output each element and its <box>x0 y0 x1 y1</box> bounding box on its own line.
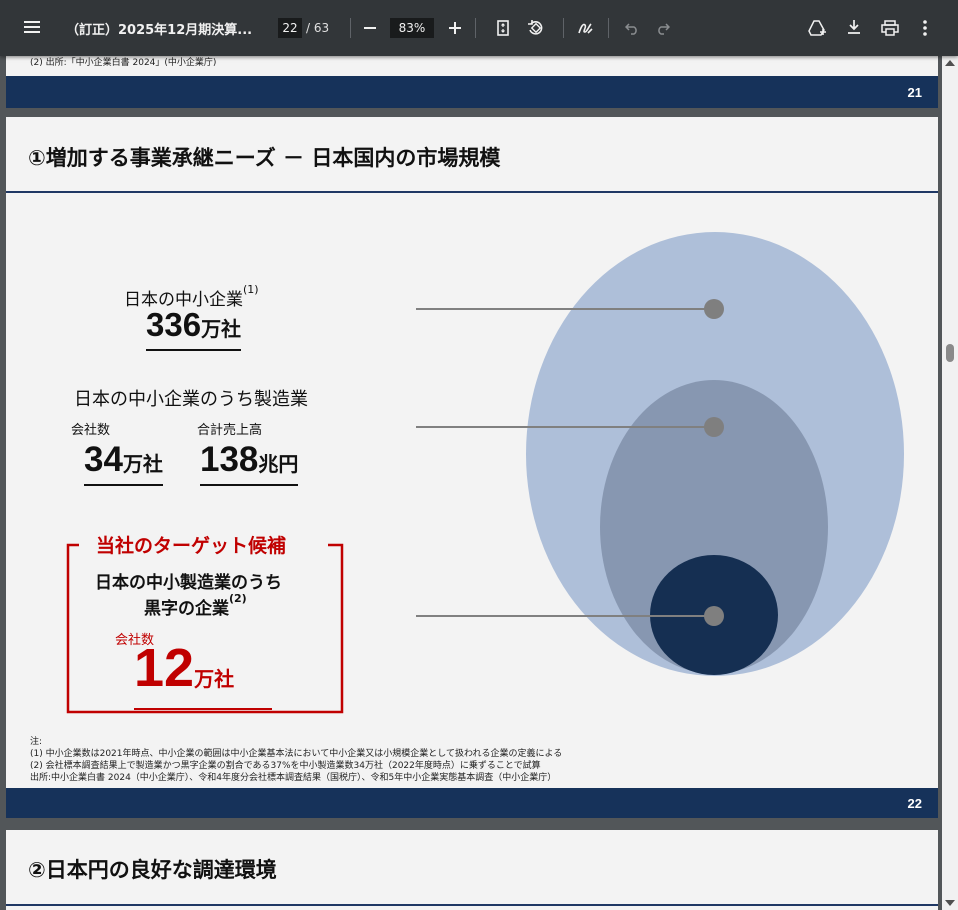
target-count-value: 12 <box>134 638 195 698</box>
undo-icon[interactable] <box>625 21 639 35</box>
redo-icon[interactable] <box>656 21 670 35</box>
sme-footnote-ref: (1) <box>243 283 259 296</box>
scroll-down-arrow-icon[interactable] <box>945 900 955 906</box>
sme-count-unit: 万社 <box>201 317 242 341</box>
more-options-icon[interactable] <box>923 20 927 36</box>
page-21-number: 21 <box>907 85 922 100</box>
page-22-footer: 22 <box>6 788 938 818</box>
target-description-line2-text: 黒字の企業 <box>144 599 229 619</box>
drive-add-icon[interactable] <box>808 19 828 37</box>
zoom-in-icon[interactable] <box>449 22 461 34</box>
toolbar-divider <box>350 18 351 38</box>
page-21-note: (2) 出所:「中小企業白書 2024」(中小企業庁) <box>30 58 217 68</box>
sme-count-value: 336 <box>146 306 202 343</box>
manufacturing-label: 日本の中小企業のうち製造業 <box>74 389 308 410</box>
fit-page-icon[interactable] <box>497 20 509 36</box>
page-23-title-divider <box>6 904 938 906</box>
total-sales-label: 合計売上高 <box>197 423 263 438</box>
toolbar-divider <box>608 18 609 38</box>
leader-dot-1 <box>704 299 724 319</box>
manufacturing-count-unit: 万社 <box>122 452 163 476</box>
page-number-input[interactable]: 22 <box>278 18 302 38</box>
total-sales-value: 138 <box>200 440 259 479</box>
zoom-input[interactable]: 83% <box>390 18 434 38</box>
toolbar-divider <box>563 18 564 38</box>
page-23-title: ②日本円の良好な調達環境 <box>28 858 277 882</box>
print-icon[interactable] <box>881 20 899 36</box>
menu-icon[interactable] <box>24 20 40 34</box>
company-count-label: 会社数 <box>71 423 111 438</box>
target-count-unit: 万社 <box>194 667 235 691</box>
page-22-number: 22 <box>907 796 922 811</box>
source-note: 出所:中小企業白書 2024（中小企業庁）、令和4年度分会社標本調査結果（国税庁… <box>30 773 557 783</box>
target-footnote-ref: (2) <box>229 592 247 605</box>
rotate-icon[interactable] <box>527 19 545 37</box>
target-description-line1: 日本の中小製造業のうち <box>95 573 282 593</box>
download-icon[interactable] <box>847 19 861 35</box>
pdf-viewport[interactable]: (2) 出所:「中小企業白書 2024」(中小企業庁) 21 ①増加する事業承継… <box>0 56 942 910</box>
total-sales: 138兆円 <box>200 440 299 486</box>
total-sales-unit: 兆円 <box>258 452 299 476</box>
target-heading: 当社のターゲット候補 <box>96 535 287 557</box>
page-23: ②日本円の良好な調達環境 <box>6 830 938 910</box>
scroll-up-arrow-icon[interactable] <box>945 60 955 66</box>
document-title: （訂正）2025年12月期決算... <box>66 23 253 38</box>
manufacturing-count-value: 34 <box>84 440 123 479</box>
annotate-pen-icon[interactable] <box>577 19 595 37</box>
manufacturing-count: 34万社 <box>84 442 163 486</box>
page-total: / 63 <box>306 21 330 35</box>
page-21: (2) 出所:「中小企業白書 2024」(中小企業庁) 21 <box>6 56 938 108</box>
sme-count: 336万社 <box>146 306 242 351</box>
footnote-header: 注: <box>30 737 43 747</box>
page-22: ①増加する事業承継ニーズ － 日本国内の市場規模 日本の中小企業(1) 336万… <box>6 117 938 818</box>
target-description-line2: 黒字の企業(2) <box>144 592 247 619</box>
footnote-1: (1) 中小企業数は2021年時点、中小企業の範囲は中小企業基本法において中小企… <box>30 749 563 759</box>
scrollbar-thumb[interactable] <box>946 344 954 362</box>
page-21-footer: 21 <box>6 76 938 108</box>
leader-dot-3 <box>704 606 724 626</box>
toolbar-divider <box>475 18 476 38</box>
leader-dot-2 <box>704 417 724 437</box>
target-count: 12万社 <box>134 641 272 710</box>
vertical-scrollbar[interactable] <box>942 56 958 910</box>
zoom-out-icon[interactable] <box>364 27 376 29</box>
footnote-2: (2) 会社標本調査結果上で製造業かつ黒字企業の割合である37%を中小製造業数3… <box>30 761 541 771</box>
pdf-toolbar: （訂正）2025年12月期決算... 22 / 63 83% <box>0 0 958 56</box>
